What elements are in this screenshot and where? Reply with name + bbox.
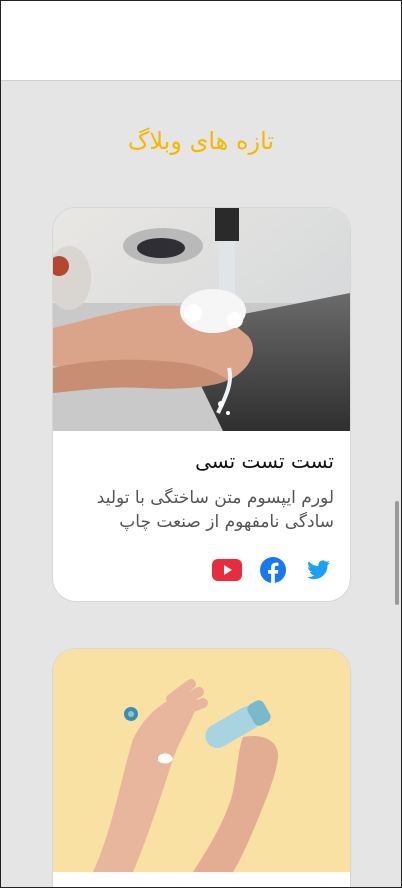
post-title[interactable]: تست تست تسی bbox=[195, 449, 334, 473]
youtube-icon[interactable] bbox=[212, 555, 242, 585]
facebook-icon[interactable] bbox=[258, 555, 288, 585]
post-image[interactable] bbox=[53, 649, 350, 872]
blog-post-card[interactable]: تست تست تسی لورم ایپسوم متن ساختگی با تو… bbox=[52, 207, 351, 602]
social-links bbox=[212, 555, 334, 585]
hand-washing-photo bbox=[53, 208, 350, 431]
twitter-icon[interactable] bbox=[304, 555, 334, 585]
top-header bbox=[1, 1, 401, 81]
post-image[interactable] bbox=[53, 208, 350, 431]
post-content: تست تست تسی لورم ایپسوم متن ساختگی با تو… bbox=[53, 431, 350, 601]
app-frame: تازه های وبلاگ تست تست تسی لورم ایپسوم م… bbox=[0, 0, 402, 888]
scrollbar[interactable] bbox=[395, 501, 399, 605]
blog-post-card[interactable] bbox=[52, 648, 351, 887]
post-excerpt: لورم ایپسوم متن ساختگی با تولید سادگی نا… bbox=[96, 488, 334, 532]
section-title: تازه های وبلاگ bbox=[127, 127, 275, 155]
hand-cream-photo bbox=[53, 649, 350, 872]
